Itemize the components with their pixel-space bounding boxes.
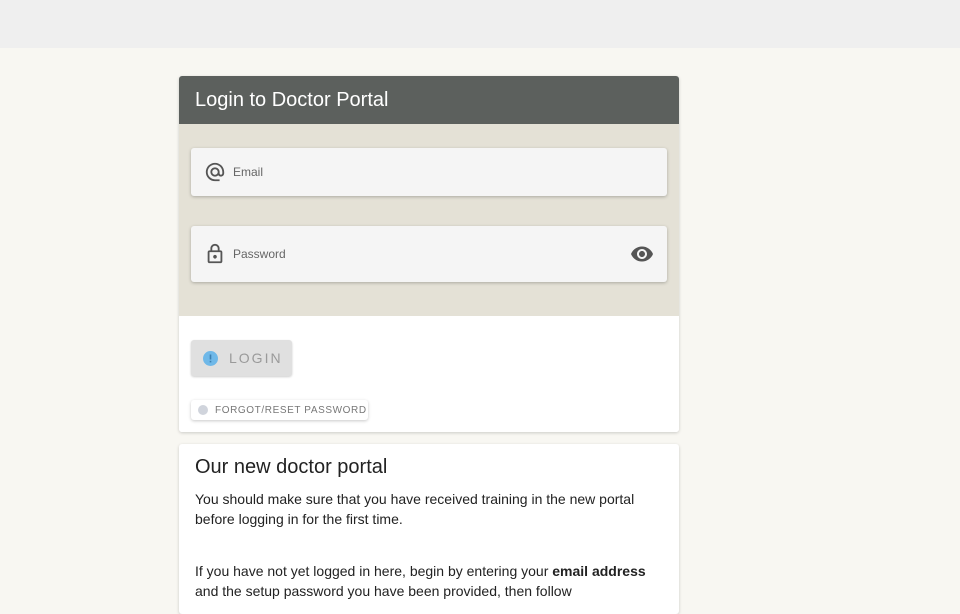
login-actions: LOGIN FORGOT/RESET PASSWORD	[179, 316, 679, 432]
status-dot-icon	[198, 405, 208, 415]
info-paragraph-2-start: If you have not yet logged in here, begi…	[195, 563, 553, 579]
at-sign-icon	[204, 161, 226, 183]
email-input[interactable]	[233, 148, 667, 196]
password-field[interactable]	[191, 226, 667, 282]
info-heading: Our new doctor portal	[195, 456, 388, 478]
info-paragraph-2: If you have not yet logged in here, begi…	[195, 561, 663, 601]
login-card-header: Login to Doctor Portal	[179, 76, 679, 124]
info-paragraph-2-end: and the setup password you have been pro…	[195, 583, 572, 599]
forgot-password-label: FORGOT/RESET PASSWORD	[215, 404, 367, 416]
login-form	[179, 124, 679, 316]
email-field[interactable]	[191, 148, 667, 196]
info-paragraph-2-bold: email address	[552, 563, 646, 579]
login-button-label: LOGIN	[229, 350, 283, 366]
info-card: Our new doctor portal You should make su…	[179, 444, 679, 614]
info-paragraph-1: You should make sure that you have recei…	[195, 491, 635, 527]
login-card: Login to Doctor Portal Email LOGIN FORGO…	[179, 76, 679, 432]
top-app-bar	[0, 0, 960, 49]
password-input[interactable]	[233, 226, 629, 282]
login-button[interactable]: LOGIN	[191, 340, 292, 376]
lock-icon	[204, 243, 226, 265]
eye-icon[interactable]	[629, 241, 655, 267]
info-dot-icon	[203, 350, 218, 366]
login-title: Login to Doctor Portal	[195, 88, 389, 111]
forgot-password-button[interactable]: FORGOT/RESET PASSWORD	[191, 400, 368, 420]
